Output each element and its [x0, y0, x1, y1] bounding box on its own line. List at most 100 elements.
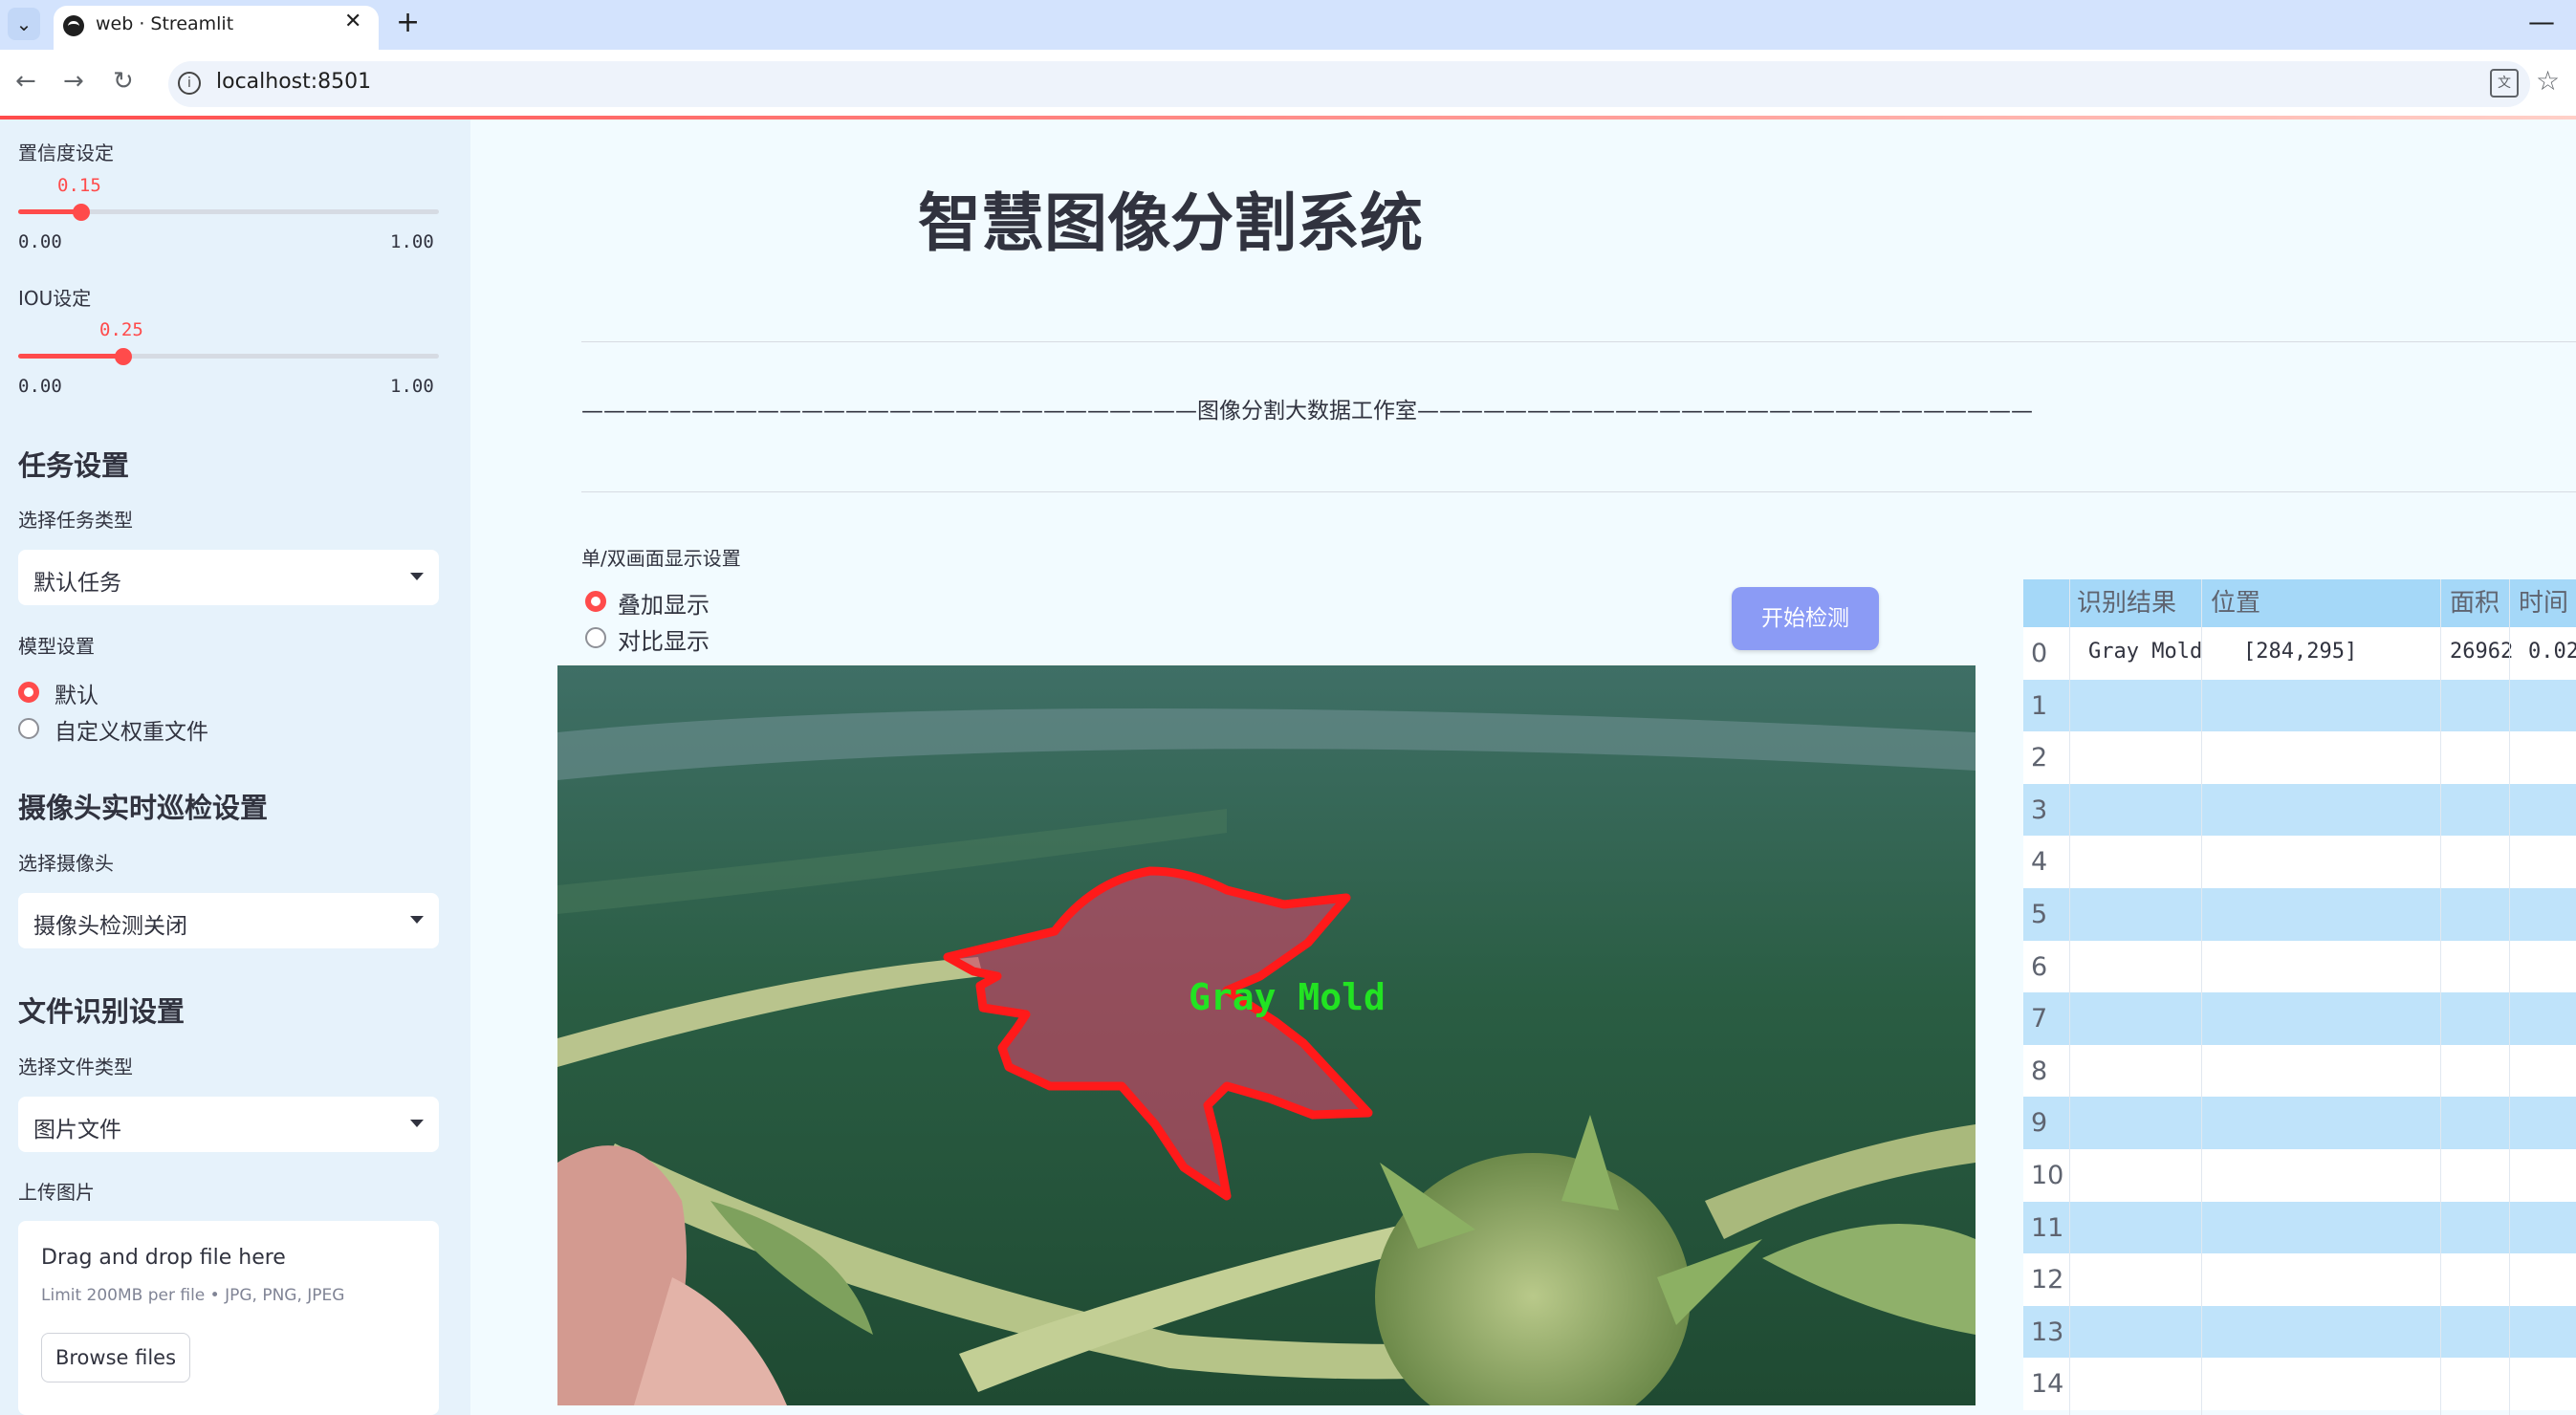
column-divider [2440, 579, 2441, 1415]
star-icon[interactable]: ☆ [2536, 65, 2560, 97]
row-index: 1 [2031, 690, 2048, 721]
segmentation-result-image: Gray Mold [557, 665, 1976, 1405]
row-index: 3 [2031, 795, 2048, 825]
tab-title[interactable]: web · Streamlit [96, 13, 233, 34]
dropzone-title: Drag and drop file here [41, 1246, 286, 1270]
iou-value: 0.25 [99, 319, 143, 340]
page-title: 智慧图像分割系统 [918, 186, 1423, 260]
column-header-time[interactable]: 时间 [2519, 579, 2569, 627]
task-type-selected: 默认任务 [33, 571, 121, 596]
plus-icon[interactable]: + [396, 6, 420, 39]
minimize-icon[interactable]: — [2528, 6, 2555, 37]
camera-selected: 摄像头检测关闭 [33, 914, 187, 939]
reload-icon[interactable]: ↻ [113, 67, 134, 96]
model-custom-radio[interactable] [18, 718, 39, 739]
file-type-select[interactable]: 图片文件 [18, 1097, 439, 1152]
detection-image: Gray Mold [557, 665, 1976, 1405]
row-index: 0 [2031, 639, 2048, 668]
confidence-label: 置信度设定 [18, 142, 114, 164]
compare-radio[interactable] [585, 627, 606, 648]
divider [581, 341, 2576, 342]
table-row[interactable]: 13 [2023, 1305, 2576, 1359]
table-row[interactable]: 4 [2023, 836, 2576, 888]
iou-slider-thumb[interactable] [115, 348, 132, 365]
row-index: 10 [2031, 1161, 2064, 1190]
translate-icon[interactable]: 文 [2490, 69, 2519, 98]
overlay-label[interactable]: 叠加显示 [618, 586, 709, 620]
table-row[interactable]: 11 [2023, 1201, 2576, 1254]
table-row[interactable]: 9 [2023, 1097, 2576, 1149]
column-header-position[interactable]: 位置 [2211, 579, 2261, 627]
table-row[interactable]: 10 [2023, 1149, 2576, 1202]
row-index: 13 [2031, 1317, 2064, 1347]
column-divider [2069, 579, 2070, 1415]
table-row[interactable]: 14 [2023, 1358, 2576, 1410]
file-type-label: 选择文件类型 [18, 1056, 133, 1078]
start-detection-button[interactable]: 开始检测 [1732, 587, 1879, 650]
cell-position: [284,295] [2243, 640, 2358, 664]
table-row[interactable]: 8 [2023, 1044, 2576, 1098]
table-row[interactable]: 2 [2023, 731, 2576, 784]
url-text[interactable]: localhost:8501 [216, 70, 371, 94]
chevron-down-icon [410, 1120, 424, 1127]
studio-banner: ————————————————————————————图像分割大数据工作室——… [581, 399, 2033, 424]
row-index: 7 [2031, 1004, 2048, 1034]
row-index: 9 [2031, 1108, 2048, 1139]
divider [581, 491, 2576, 492]
streamlit-favicon-icon [63, 15, 84, 36]
row-index: 12 [2031, 1265, 2064, 1295]
table-row[interactable]: 5 [2023, 888, 2576, 941]
row-index: 4 [2031, 847, 2048, 878]
model-default-radio[interactable] [18, 682, 39, 703]
model-custom-label[interactable]: 自定义权重文件 [55, 713, 208, 746]
overlay-radio[interactable] [585, 591, 606, 612]
table-row[interactable]: 7 [2023, 992, 2576, 1045]
table-row[interactable]: 6 [2023, 940, 2576, 993]
task-type-label: 选择任务类型 [18, 509, 133, 532]
table-row[interactable]: 12 [2023, 1253, 2576, 1306]
column-divider [2509, 579, 2510, 1415]
cell-time: 0.02 [2528, 640, 2576, 664]
task-type-select[interactable]: 默认任务 [18, 550, 439, 605]
row-index: 8 [2031, 1056, 2048, 1086]
iou-label: IOU设定 [18, 287, 92, 310]
browse-files-button[interactable]: Browse files [41, 1333, 190, 1382]
iou-max: 1.00 [390, 376, 434, 397]
back-icon[interactable]: ← [15, 67, 36, 96]
forward-icon[interactable]: → [63, 67, 84, 96]
tab-list-icon[interactable]: ⌄ [8, 8, 40, 40]
column-header-area[interactable]: 面积 [2450, 579, 2500, 627]
row-index: 5 [2031, 900, 2048, 929]
camera-select-label: 选择摄像头 [18, 852, 114, 875]
chevron-down-icon [410, 573, 424, 580]
model-default-label[interactable]: 默认 [55, 677, 98, 709]
camera-select[interactable]: 摄像头检测关闭 [18, 893, 439, 948]
column-header-result[interactable]: 识别结果 [2077, 579, 2177, 627]
model-settings-label: 模型设置 [18, 635, 95, 658]
task-settings-heading: 任务设置 [18, 449, 130, 482]
close-icon[interactable]: ✕ [344, 10, 361, 33]
table-row[interactable]: 0 Gray Mold [284,295] 26962 0.02 [2023, 627, 2576, 680]
upload-label: 上传图片 [18, 1181, 95, 1204]
cell-result: Gray Mold [2088, 640, 2203, 664]
column-divider [2201, 579, 2202, 1415]
table-row[interactable]: 1 [2023, 679, 2576, 732]
iou-slider[interactable] [18, 354, 439, 359]
file-dropzone[interactable]: Drag and drop file here Limit 200MB per … [18, 1221, 439, 1415]
info-icon[interactable]: i [178, 72, 201, 95]
compare-label[interactable]: 对比显示 [618, 622, 709, 656]
dropzone-limit: Limit 200MB per file • JPG, PNG, JPEG [41, 1286, 345, 1305]
url-field[interactable] [168, 61, 2530, 107]
results-table[interactable]: 识别结果 位置 面积 时间 0 Gray Mold [284,295] 26962 0.… [2023, 579, 2576, 1415]
display-mode-label: 单/双画面显示设置 [581, 547, 741, 570]
cell-area: 26962 [2450, 640, 2514, 664]
file-settings-heading: 文件识别设置 [18, 995, 186, 1028]
iou-slider-fill [18, 354, 123, 359]
chevron-down-icon [410, 916, 424, 924]
iou-min: 0.00 [18, 376, 62, 397]
table-row[interactable]: 3 [2023, 783, 2576, 837]
camera-settings-heading: 摄像头实时巡检设置 [18, 792, 269, 824]
row-index: 6 [2031, 951, 2048, 982]
file-type-selected: 图片文件 [33, 1118, 121, 1143]
row-index: 11 [2031, 1212, 2064, 1243]
